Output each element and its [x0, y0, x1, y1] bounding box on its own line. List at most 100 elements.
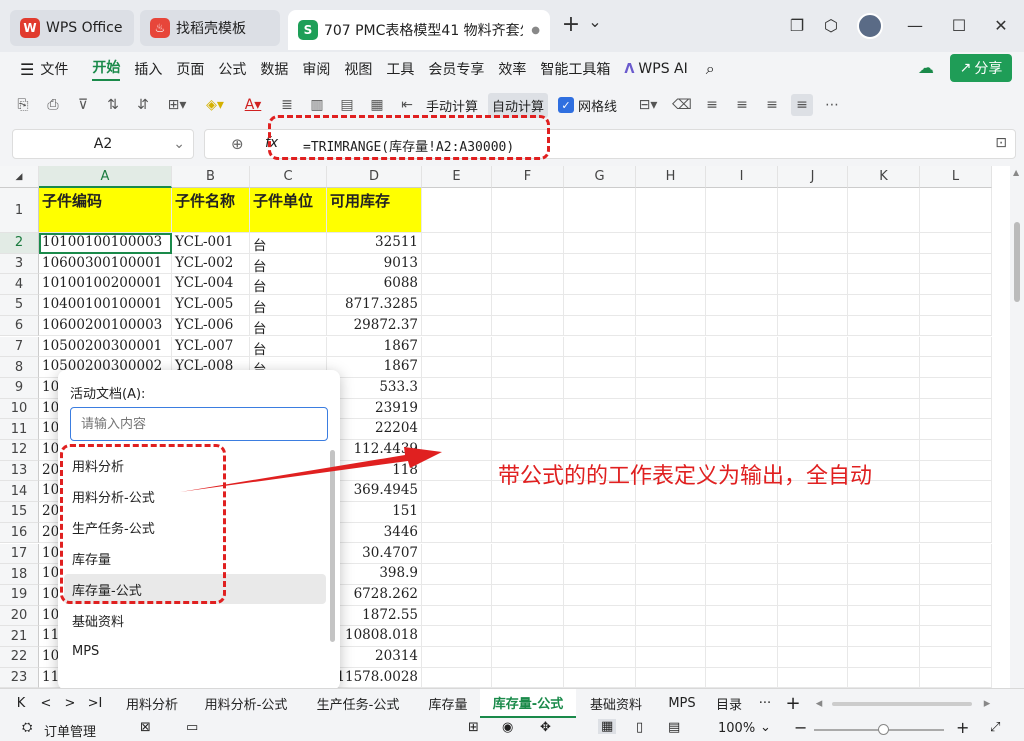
- empty-cell[interactable]: [492, 502, 564, 523]
- cell-available-stock[interactable]: 6088: [327, 274, 422, 296]
- header-cell[interactable]: 可用库存: [327, 188, 422, 233]
- empty-cell[interactable]: [920, 188, 992, 233]
- empty-cell[interactable]: [848, 357, 920, 378]
- cell-item-code[interactable]: 10500200300001: [39, 336, 172, 358]
- empty-cell[interactable]: [778, 295, 848, 316]
- empty-cell[interactable]: [564, 253, 636, 275]
- column-header[interactable]: B: [172, 166, 250, 188]
- empty-cell[interactable]: [636, 336, 706, 358]
- avatar[interactable]: [857, 13, 883, 39]
- empty-cell[interactable]: [492, 274, 564, 296]
- empty-cell[interactable]: [920, 274, 992, 296]
- empty-cell[interactable]: [564, 315, 636, 337]
- horizontal-scrollbar[interactable]: [832, 702, 972, 706]
- empty-cell[interactable]: [636, 584, 706, 606]
- cell-available-stock[interactable]: 1867: [327, 336, 422, 358]
- empty-cell[interactable]: [778, 626, 848, 647]
- empty-cell[interactable]: [492, 377, 564, 399]
- columns-icon[interactable]: ▥: [306, 94, 328, 116]
- empty-cell[interactable]: [848, 398, 920, 420]
- row-header[interactable]: 2: [0, 233, 39, 254]
- empty-cell[interactable]: [778, 398, 848, 420]
- sheet-tab[interactable]: 生产任务-公式: [305, 689, 411, 718]
- last-sheet-button[interactable]: >I: [84, 689, 106, 718]
- cell-item-code[interactable]: 10400100100001: [39, 295, 172, 316]
- menu-wps-ai[interactable]: WPS AI: [638, 61, 687, 77]
- doc-panel-icon[interactable]: ▭: [186, 720, 198, 735]
- empty-cell[interactable]: [778, 584, 848, 606]
- empty-cell[interactable]: [564, 357, 636, 378]
- empty-cell[interactable]: [706, 398, 778, 420]
- empty-cell[interactable]: [920, 626, 992, 647]
- cell-available-stock[interactable]: 22204: [327, 419, 422, 440]
- empty-cell[interactable]: [920, 564, 992, 585]
- empty-cell[interactable]: [636, 253, 706, 275]
- add-sheet-button[interactable]: +: [782, 689, 804, 718]
- empty-cell[interactable]: [564, 419, 636, 440]
- cell-available-stock[interactable]: 8717.3285: [327, 295, 422, 316]
- empty-cell[interactable]: [636, 377, 706, 399]
- sort-ascending-icon[interactable]: ⇅: [102, 94, 124, 116]
- dropdown-item[interactable]: MPS: [64, 636, 326, 666]
- minimize-icon[interactable]: —: [904, 16, 926, 35]
- close-icon[interactable]: ✕: [990, 16, 1012, 35]
- empty-cell[interactable]: [564, 605, 636, 627]
- empty-cell[interactable]: [422, 357, 492, 378]
- empty-cell[interactable]: [920, 460, 992, 482]
- header-cell[interactable]: 子件名称: [172, 188, 250, 233]
- empty-cell[interactable]: [920, 440, 992, 461]
- empty-cell[interactable]: [492, 667, 564, 688]
- empty-cell[interactable]: [848, 502, 920, 523]
- row-header[interactable]: 16: [0, 522, 39, 544]
- sheet-tab[interactable]: 基础资料: [582, 689, 650, 718]
- empty-cell[interactable]: [778, 274, 848, 296]
- empty-cell[interactable]: [422, 605, 492, 627]
- unsaved-dot-icon[interactable]: ●: [531, 25, 540, 36]
- normal-view-icon[interactable]: ▦: [598, 719, 617, 734]
- cell-item-code[interactable]: 10100100200001: [39, 274, 172, 296]
- empty-cell[interactable]: [636, 233, 706, 254]
- column-header[interactable]: L: [920, 166, 992, 188]
- column-header[interactable]: J: [778, 166, 848, 188]
- empty-cell[interactable]: [564, 584, 636, 606]
- empty-cell[interactable]: [492, 253, 564, 275]
- dropdown-scrollbar[interactable]: [330, 450, 335, 642]
- empty-cell[interactable]: [848, 377, 920, 399]
- empty-cell[interactable]: [422, 481, 492, 503]
- empty-cell[interactable]: [848, 233, 920, 254]
- empty-cell[interactable]: [778, 315, 848, 337]
- empty-cell[interactable]: [636, 274, 706, 296]
- row-header[interactable]: 4: [0, 274, 39, 296]
- cell-available-stock[interactable]: 6728.262: [327, 584, 422, 606]
- cell-item-name[interactable]: YCL-001: [172, 233, 250, 254]
- tab-list-chevron-icon[interactable]: ⌄: [584, 12, 606, 31]
- cell-item-unit[interactable]: 台: [250, 274, 327, 296]
- empty-cell[interactable]: [706, 274, 778, 296]
- empty-cell[interactable]: [848, 522, 920, 544]
- cell-available-stock[interactable]: 112.4439: [327, 440, 422, 461]
- expand-formula-icon[interactable]: ⊡: [995, 135, 1007, 151]
- empty-cell[interactable]: [564, 522, 636, 544]
- sheet-tab[interactable]: 目录: [710, 689, 748, 718]
- empty-cell[interactable]: [636, 398, 706, 420]
- empty-cell[interactable]: [848, 336, 920, 358]
- align-justify-icon[interactable]: ≡: [791, 94, 814, 116]
- empty-cell[interactable]: [848, 295, 920, 316]
- empty-cell[interactable]: [706, 605, 778, 627]
- empty-cell[interactable]: [422, 626, 492, 647]
- empty-cell[interactable]: [920, 233, 992, 254]
- empty-cell[interactable]: [422, 440, 492, 461]
- prev-sheet-button[interactable]: <: [38, 689, 54, 718]
- row-header[interactable]: 14: [0, 481, 39, 503]
- menu-review[interactable]: 审阅: [302, 59, 330, 79]
- sheet-tab[interactable]: MPS: [660, 689, 704, 718]
- empty-cell[interactable]: [492, 398, 564, 420]
- empty-cell[interactable]: [848, 188, 920, 233]
- empty-cell[interactable]: [920, 253, 992, 275]
- cell-item-unit[interactable]: 台: [250, 315, 327, 337]
- empty-cell[interactable]: [422, 295, 492, 316]
- empty-cell[interactable]: [848, 564, 920, 585]
- cell-item-name[interactable]: YCL-004: [172, 274, 250, 296]
- format-painter-icon[interactable]: ⎙: [42, 94, 64, 116]
- align-right-icon[interactable]: ≡: [761, 94, 783, 116]
